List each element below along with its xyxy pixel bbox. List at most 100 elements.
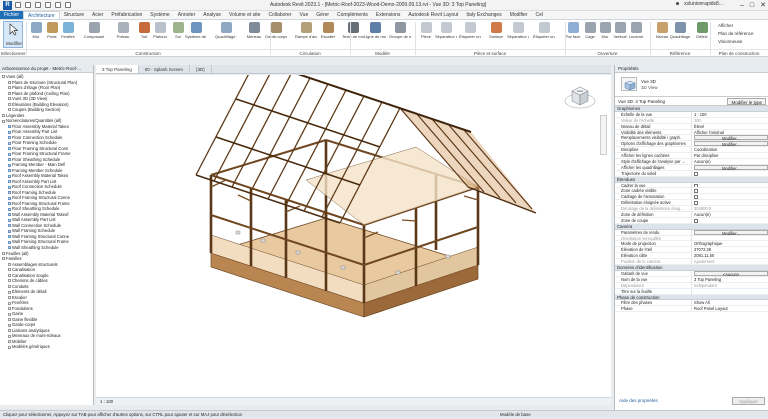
expand-icon[interactable] [8, 323, 11, 327]
tool-etiqueter-une-piece-button[interactable]: Étiqueter une pièce [459, 22, 481, 48]
tool-groupe-de-modeles-button[interactable]: Groupe de modèles [389, 22, 411, 48]
viewer-button[interactable]: Visionneuse [718, 39, 742, 44]
property-checkbox[interactable] [694, 171, 698, 176]
property-edit-button[interactable]: <Aucun> [694, 270, 768, 276]
view-scale[interactable]: 1 : 100 [100, 398, 113, 406]
property-value[interactable]: Show All [691, 300, 768, 306]
collapse-icon[interactable] [2, 114, 5, 117]
property-value[interactable] [691, 182, 768, 188]
property-checkbox[interactable] [694, 218, 698, 223]
property-value[interactable]: 2081.11.50 [691, 253, 768, 259]
tab-acier[interactable]: Acier [88, 11, 107, 19]
save-icon[interactable] [25, 2, 31, 8]
property-value[interactable]: Élevé [691, 123, 768, 129]
property-edit-button[interactable]: Modifier... [694, 141, 768, 147]
tool-etiqueter-une-surface-button[interactable]: Étiqueter une surface [533, 22, 555, 48]
tool-systeme-de-murs-rideaux-button[interactable]: Système de murs-rideaux [185, 22, 207, 48]
property-value[interactable]: Modifier... [691, 229, 768, 235]
redo-icon[interactable] [45, 2, 51, 8]
collapse-icon[interactable] [8, 108, 11, 112]
view-tab-00-splash-screen[interactable]: 00 - Splash Screen [139, 65, 190, 73]
property-value[interactable]: Orthographique [691, 241, 768, 247]
tab-italy-exchanges[interactable]: Italy Exchanges [462, 11, 505, 19]
tab-prefabrication[interactable]: Préfabrication [107, 11, 146, 19]
tab-annoter[interactable]: Annoter [174, 11, 200, 19]
collapse-icon[interactable] [8, 91, 11, 95]
view-tab-3-top-paneling[interactable]: 3 Top Paneling [96, 65, 139, 73]
collapse-icon[interactable] [2, 75, 5, 79]
tab-gerer[interactable]: Gérer [312, 11, 333, 19]
close-icon[interactable]: ✕ [760, 1, 766, 10]
property-edit-button[interactable]: Modifier... [694, 135, 768, 141]
expand-icon[interactable] [8, 329, 11, 333]
view-tab-3d[interactable]: {3D} [190, 65, 212, 73]
collapse-icon[interactable] [8, 97, 11, 101]
tab-modifier[interactable]: Modifier [506, 11, 532, 19]
revit-logo-icon[interactable]: R [3, 1, 12, 10]
property-value[interactable]: Afficher l'original [691, 129, 768, 135]
tool-plafond-button[interactable]: Plafond [152, 22, 168, 48]
tool-separateur-de-surface-button[interactable]: Séparateur de surface [507, 22, 529, 48]
tab-analyse[interactable]: Analyse [199, 11, 225, 19]
tool-composant-button[interactable]: Composant [84, 22, 104, 48]
expand-icon[interactable] [8, 345, 11, 349]
tool-quadrillage-de-murs-rideaux-button[interactable]: Quadrillage de murs-rideaux [215, 22, 237, 48]
tool-poteau-button[interactable]: Poteau [115, 22, 131, 48]
tab-extensions[interactable]: Extensions [372, 11, 404, 19]
property-value[interactable] [691, 194, 768, 200]
property-value[interactable] [691, 188, 768, 194]
tool-definir-button[interactable]: Définir [694, 22, 710, 48]
expand-icon[interactable] [8, 284, 11, 288]
property-value[interactable]: Roof Panel Layout [691, 306, 768, 312]
property-checkbox[interactable] [694, 195, 698, 200]
property-edit-button[interactable]: Modifier... [694, 164, 768, 170]
expand-icon[interactable] [8, 268, 11, 272]
expand-icon[interactable] [8, 334, 11, 338]
tab-complements[interactable]: Compléments [333, 11, 372, 19]
property-value[interactable] [691, 217, 768, 223]
show-work-plane-button[interactable]: Afficher [718, 23, 733, 28]
tab-structure[interactable]: Structure [60, 11, 88, 19]
collapse-icon[interactable] [2, 257, 5, 261]
user-area[interactable]: ☻ xxlunionrapids8... [675, 1, 723, 7]
viewcube[interactable]: Haut [563, 83, 597, 115]
modify-button[interactable]: Modifier [3, 21, 23, 48]
tool-lucarne-button[interactable]: Lucarne [628, 22, 644, 48]
tab-volume-et-site[interactable]: Volume et site [225, 11, 264, 19]
tab-fichier[interactable]: Fichier [0, 11, 24, 19]
collapse-icon[interactable] [2, 251, 5, 255]
property-value[interactable] [691, 235, 768, 241]
3d-viewport[interactable]: Haut [96, 59, 611, 405]
tool-piece-button[interactable]: Pièce [418, 22, 434, 48]
type-selector[interactable]: Vue 3D 3D View [615, 73, 768, 97]
tool-quadrillage-button[interactable]: Quadrillage [670, 22, 690, 48]
property-value[interactable]: Indépendant [691, 282, 768, 288]
expand-icon[interactable] [8, 290, 11, 294]
property-value[interactable]: Modifier... [691, 135, 768, 141]
tab-systeme[interactable]: Système [146, 11, 173, 19]
tool-escalier-button[interactable]: Escalier [320, 22, 336, 48]
tree-node[interactable]: Modèles génériques [0, 344, 93, 350]
expand-icon[interactable] [8, 312, 11, 316]
expand-icon[interactable] [8, 262, 11, 266]
property-value[interactable]: Aucun(e) [691, 159, 768, 164]
tab-autodesk-revit-layout[interactable]: Autodesk Revit Layout [404, 11, 462, 19]
open-icon[interactable] [15, 2, 21, 8]
collapse-icon[interactable] [8, 80, 11, 84]
tool-meneau-button[interactable]: Meneau [246, 22, 262, 48]
property-value[interactable] [691, 200, 768, 206]
property-value[interactable]: 100 [691, 117, 768, 123]
collapse-icon[interactable] [8, 86, 11, 90]
maximize-icon[interactable]: □ [750, 1, 754, 10]
tool-niveau-button[interactable]: Niveau [654, 22, 670, 48]
expand-icon[interactable] [8, 296, 11, 300]
tool-rampe-d-acces-button[interactable]: Rampe d'accès [295, 22, 317, 48]
property-value[interactable]: Aucun(e) [691, 212, 768, 217]
tool-sol-button[interactable]: Sol [170, 22, 186, 48]
instance-selector[interactable]: Vue 3D: 3 Top Paneling Modifier le type [615, 97, 768, 106]
tool-fenetre-button[interactable]: Fenêtre [60, 22, 76, 48]
property-value[interactable]: 27072.28 [691, 247, 768, 253]
expand-icon[interactable] [8, 279, 11, 283]
property-value[interactable] [691, 288, 768, 294]
expand-icon[interactable] [8, 273, 11, 277]
